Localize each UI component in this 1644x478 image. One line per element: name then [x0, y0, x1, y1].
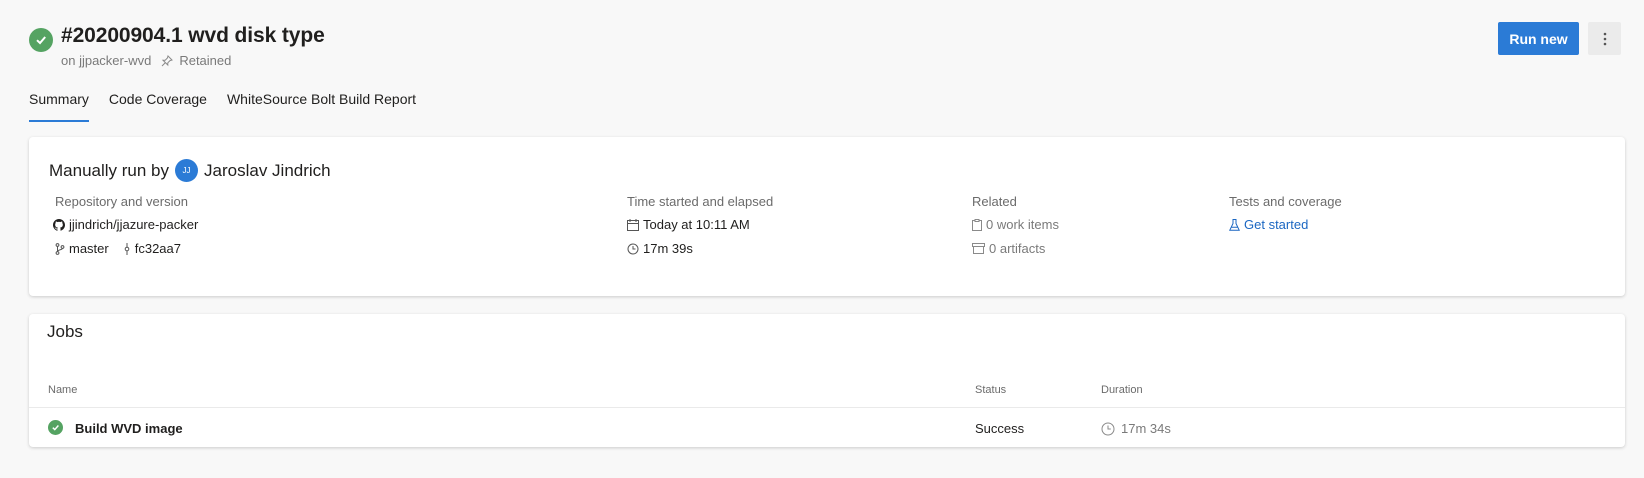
time-elapsed-row: 17m 39s — [627, 241, 693, 256]
artifacts-row[interactable]: 0 artifacts — [972, 241, 1045, 256]
table-row[interactable]: Build WVD image Success 17m 34s — [29, 408, 1625, 446]
user-name: Jaroslav Jindrich — [204, 160, 331, 180]
get-started-link[interactable]: Get started — [1229, 217, 1308, 232]
tab-summary[interactable]: Summary — [29, 90, 89, 122]
run-by-label: Manually run by — [49, 160, 170, 180]
more-vertical-icon — [1603, 32, 1606, 45]
run-status-success-icon — [29, 28, 53, 52]
tab-bar: Summary Code Coverage WhiteSource Bolt B… — [29, 90, 436, 122]
clock-icon — [1101, 422, 1115, 436]
tab-code-coverage[interactable]: Code Coverage — [109, 90, 207, 122]
job-name: Build WVD image — [75, 421, 183, 436]
tab-whitesource-report[interactable]: WhiteSource Bolt Build Report — [227, 90, 416, 122]
repository-link[interactable]: jjindrich/jjazure-packer — [53, 217, 198, 232]
more-actions-button[interactable] — [1588, 22, 1621, 55]
pipeline-subtitle: on jjpacker-wvd Retained — [61, 53, 231, 68]
pipeline-link[interactable]: on jjpacker-wvd — [61, 53, 151, 68]
job-duration-cell: 17m 34s — [1101, 421, 1171, 436]
summary-card: Manually run by JJ Jaroslav Jindrich Rep… — [29, 137, 1625, 296]
column-header-name[interactable]: Name — [48, 384, 77, 396]
get-started-label: Get started — [1244, 217, 1309, 232]
related-label: Related — [972, 194, 1017, 209]
run-by-heading: Manually run by JJ Jaroslav Jindrich — [49, 159, 331, 182]
commit-icon — [123, 242, 131, 255]
job-success-icon — [48, 420, 63, 435]
repository-label: Repository and version — [55, 194, 188, 209]
jobs-heading: Jobs — [47, 322, 83, 341]
clock-icon — [627, 243, 639, 255]
job-status: Success — [975, 421, 1025, 436]
artifact-icon — [972, 243, 985, 254]
github-icon — [53, 218, 65, 231]
time-elapsed: 17m 39s — [643, 241, 693, 256]
avatar: JJ — [175, 159, 199, 182]
time-started-row: Today at 10:11 AM — [627, 217, 750, 232]
branch-name[interactable]: master — [69, 241, 109, 256]
commit-hash[interactable]: fc32aa7 — [135, 241, 181, 256]
run-new-button[interactable]: Run new — [1498, 22, 1579, 55]
repository-name: jjindrich/jjazure-packer — [69, 217, 199, 232]
pin-icon — [161, 54, 174, 67]
work-items-count: 0 work items — [986, 217, 1059, 232]
jobs-card: Jobs Name Status Duration Build WVD imag… — [29, 314, 1625, 447]
time-started: Today at 10:11 AM — [643, 217, 750, 232]
job-duration: 17m 34s — [1121, 421, 1171, 436]
tests-label: Tests and coverage — [1229, 194, 1342, 209]
artifacts-count: 0 artifacts — [989, 241, 1046, 256]
column-header-duration[interactable]: Duration — [1101, 384, 1143, 396]
branch-icon — [55, 242, 65, 255]
calendar-icon — [627, 218, 639, 231]
beaker-icon — [1229, 218, 1240, 231]
retained-label: Retained — [179, 53, 232, 68]
time-label: Time started and elapsed — [627, 194, 774, 209]
clipboard-icon — [972, 218, 982, 231]
page-title: #20200904.1 wvd disk type — [61, 24, 325, 47]
branch-commit-row: master fc32aa7 — [55, 241, 181, 256]
column-header-status[interactable]: Status — [975, 384, 1006, 396]
work-items-row[interactable]: 0 work items — [972, 217, 1059, 232]
